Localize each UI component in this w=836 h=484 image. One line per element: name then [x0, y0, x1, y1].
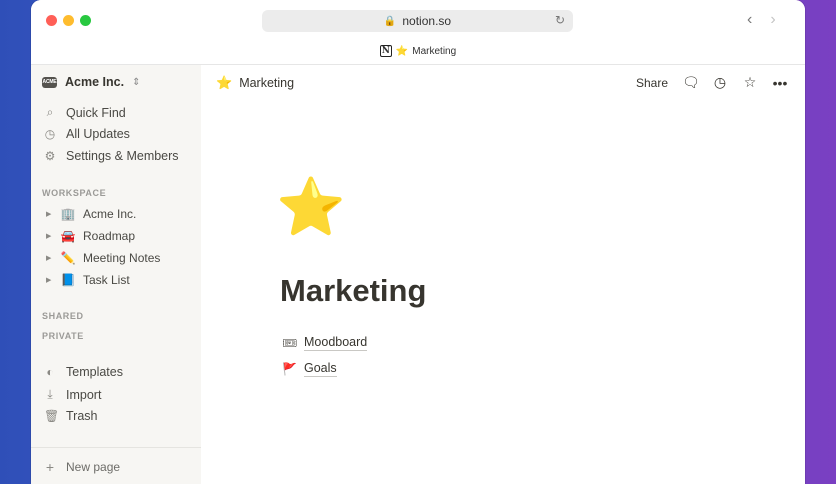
sidebar-item-settings[interactable]: ⚙ Settings & Members — [44, 149, 179, 163]
browser-titlebar: 🔒 notion.so ↻ ‹ › N ⭐ Marketing — [31, 0, 805, 65]
sidebar-item-label: Import — [66, 387, 102, 402]
sidebar-page-label: Acme Inc. — [83, 207, 137, 221]
more-icon[interactable]: ••• — [772, 75, 788, 91]
shared-section-label: SHARED — [42, 311, 84, 321]
plus-icon: + — [45, 459, 55, 475]
sidebar-page-roadmap[interactable]: ▶ 🚘 Roadmap — [46, 229, 135, 243]
window-controls — [46, 15, 91, 26]
page-area: ⭐ Marketing Share 🗨 ◷ ☆ ••• ⭐ Marketing … — [201, 65, 805, 484]
subpage-label: Moodboard — [304, 335, 368, 351]
download-icon: ⤓ — [47, 387, 53, 401]
updown-chevron-icon: ⇕ — [132, 76, 141, 88]
workspace-logo-icon: ACME — [42, 76, 57, 88]
sidebar-page-label: Task List — [83, 273, 130, 287]
expand-triangle-icon[interactable]: ▶ — [46, 276, 53, 284]
sidebar: ACME Acme Inc. ⇕ ⌕ Quick Find ◷ All Upda… — [31, 65, 201, 484]
expand-triangle-icon[interactable]: ▶ — [46, 232, 53, 240]
reload-icon[interactable]: ↻ — [555, 13, 565, 27]
sidebar-item-templates[interactable]: ◐ Templates — [44, 365, 123, 379]
subpage-link-goals[interactable]: 🚩 Goals — [282, 361, 337, 377]
page-actions: Share 🗨 ◷ ☆ ••• — [636, 74, 788, 91]
sidebar-item-label: Quick Find — [66, 105, 126, 120]
sidebar-page-label: Meeting Notes — [83, 251, 161, 265]
sidebar-page-task-list[interactable]: ▶ 📘 Task List — [46, 273, 130, 287]
zoom-window-button[interactable] — [80, 15, 91, 26]
tab-star-icon: ⭐ — [395, 45, 409, 57]
clock-icon: ◷ — [44, 127, 56, 141]
sidebar-divider — [31, 447, 201, 448]
forward-icon[interactable]: › — [770, 11, 775, 29]
trash-icon: 🗑 — [44, 409, 60, 423]
browser-tab[interactable]: N ⭐ Marketing — [31, 45, 805, 57]
sidebar-item-label: Settings & Members — [66, 149, 179, 163]
minimize-window-button[interactable] — [63, 15, 74, 26]
star-icon: ⭐ — [216, 75, 233, 90]
search-icon: ⌕ — [46, 105, 54, 119]
breadcrumb-label: Marketing — [239, 76, 295, 90]
sidebar-item-label: All Updates — [66, 127, 130, 141]
subpage-link-moodboard[interactable]: 🎟 Moodboard — [282, 335, 368, 351]
sidebar-page-acme[interactable]: ▶ 🏢 Acme Inc. — [46, 207, 136, 221]
workspace-switcher[interactable]: ACME Acme Inc. ⇕ — [42, 75, 140, 89]
sidebar-item-label: Templates — [66, 365, 123, 379]
url-text: notion.so — [402, 14, 452, 28]
comment-icon[interactable]: 🗨 — [682, 74, 700, 91]
breadcrumb[interactable]: ⭐ Marketing — [216, 75, 294, 91]
pencil-icon: ✏️ — [60, 251, 76, 265]
favorite-star-icon[interactable]: ☆ — [742, 74, 758, 91]
ticket-icon: 🎟 — [282, 336, 298, 350]
sidebar-item-import[interactable]: ⤓ Import — [44, 387, 101, 402]
workspace-name: Acme Inc. — [65, 75, 125, 89]
new-page-label: New page — [66, 460, 121, 474]
sidebar-item-all-updates[interactable]: ◷ All Updates — [44, 127, 130, 141]
sidebar-page-label: Roadmap — [83, 229, 136, 243]
sidebar-item-label: Trash — [66, 409, 98, 423]
new-page-button[interactable]: + New page — [44, 459, 120, 475]
expand-triangle-icon[interactable]: ▶ — [46, 210, 53, 218]
expand-triangle-icon[interactable]: ▶ — [46, 254, 53, 262]
workspace-section-label: WORKSPACE — [42, 188, 107, 198]
lock-icon: 🔒 — [383, 15, 397, 27]
subpage-label: Goals — [304, 361, 337, 377]
close-window-button[interactable] — [46, 15, 57, 26]
page-title[interactable]: Marketing — [280, 273, 426, 309]
shapes-icon: ◐ — [46, 365, 54, 379]
browser-window: 🔒 notion.so ↻ ‹ › N ⭐ Marketing ACME Acm… — [31, 0, 805, 484]
history-nav: ‹ › — [747, 11, 776, 29]
building-icon: 🏢 — [60, 207, 76, 221]
sidebar-page-meeting-notes[interactable]: ▶ ✏️ Meeting Notes — [46, 251, 160, 265]
history-icon[interactable]: ◷ — [712, 74, 728, 91]
book-icon: 📘 — [60, 273, 76, 287]
tab-title: Marketing — [412, 45, 457, 57]
sidebar-item-quick-find[interactable]: ⌕ Quick Find — [44, 105, 126, 120]
gear-icon: ⚙ — [44, 149, 56, 163]
share-button[interactable]: Share — [636, 76, 668, 90]
page-topbar: ⭐ Marketing Share 🗨 ◷ ☆ ••• — [201, 65, 805, 101]
back-icon[interactable]: ‹ — [747, 11, 752, 29]
page-emoji-icon[interactable]: ⭐ — [276, 179, 346, 235]
sidebar-item-trash[interactable]: 🗑 Trash — [44, 409, 98, 423]
address-bar[interactable]: 🔒 notion.so ↻ — [262, 10, 573, 32]
private-section-label: PRIVATE — [42, 331, 84, 341]
car-icon: 🚘 — [60, 229, 76, 243]
flag-icon: 🚩 — [282, 362, 297, 376]
notion-logo-icon: N — [379, 45, 392, 57]
